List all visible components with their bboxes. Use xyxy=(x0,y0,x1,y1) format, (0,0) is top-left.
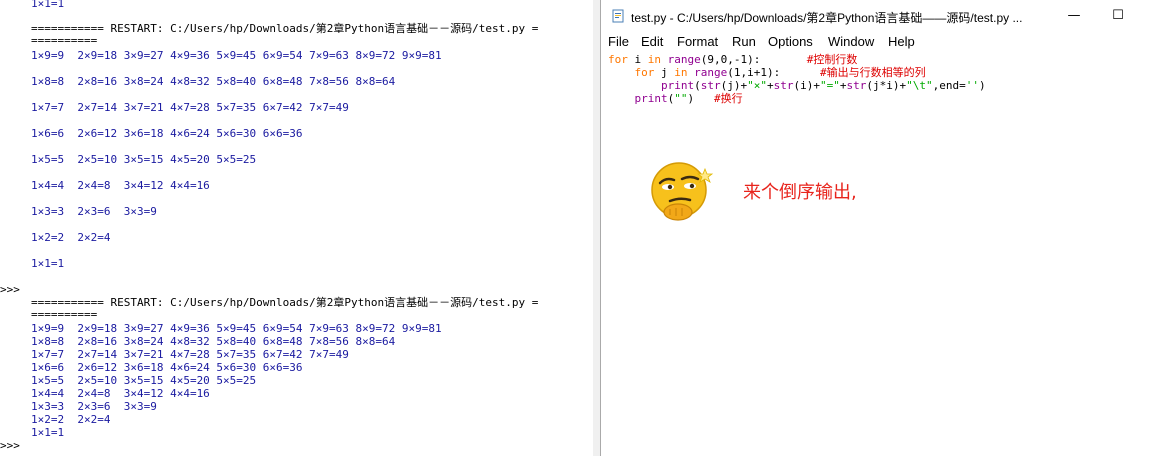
code-text: (1,i+1): xyxy=(727,66,781,79)
menu-help[interactable]: Help xyxy=(888,34,915,49)
builtin: str xyxy=(846,79,867,92)
output-line: 1×7=7 2×7=14 3×7=21 4×7=28 5×7=35 6×7=42… xyxy=(31,101,349,114)
shell-prompt-gutter: >>> >>> xyxy=(0,0,26,456)
output-line: 1×8=8 2×8=16 3×8=24 4×8=32 5×8=40 6×8=48… xyxy=(31,335,396,348)
menu-file[interactable]: File xyxy=(608,34,629,49)
keyword: in xyxy=(674,66,688,79)
code-comment: #控制行数 xyxy=(806,53,858,66)
code-line: print(str(j)+"×"+str(i)+"="+str(j*i)+"\t… xyxy=(608,79,986,92)
string-literal: "=" xyxy=(819,79,840,92)
output-line: 1×9=9 2×9=18 3×9=27 4×9=36 5×9=45 6×9=54… xyxy=(31,49,442,62)
builtin: range xyxy=(694,66,728,79)
python-file-icon xyxy=(612,9,624,23)
code-comment: #输出与行数相等的列 xyxy=(819,66,926,79)
builtin: range xyxy=(667,53,701,66)
restart-banner: =========== RESTART: C:/Users/hp/Downloa… xyxy=(31,22,539,35)
code-line: for j in range(1,i+1): #输出与行数相等的列 xyxy=(608,66,926,79)
output-line: 1×1=1 xyxy=(31,426,65,439)
code-text: ( xyxy=(694,79,701,92)
code-text: ) xyxy=(978,79,986,92)
string-literal: "×" xyxy=(747,79,767,92)
code-line: print("") #换行 xyxy=(608,92,743,105)
smirking-face-emoji-icon xyxy=(651,162,714,221)
string-literal: '' xyxy=(965,79,979,92)
annotation-comment: 来个倒序输出, xyxy=(743,182,857,203)
output-line: 1×1=1 xyxy=(31,257,65,270)
output-line: 1×6=6 2×6=12 3×6=18 4×6=24 5×6=30 6×6=36 xyxy=(31,127,303,140)
restart-banner-continuation: ========== xyxy=(31,34,98,47)
restart-banner-continuation: ========== xyxy=(31,308,98,321)
code-comment: #换行 xyxy=(714,92,743,105)
code-text: (9,0,-1): xyxy=(700,53,761,66)
restart-banner: =========== RESTART: C:/Users/hp/Downloa… xyxy=(31,296,539,309)
builtin: str xyxy=(700,79,721,92)
menu-edit[interactable]: Edit xyxy=(641,34,663,49)
menu-window[interactable]: Window xyxy=(828,34,874,49)
output-line: 1×3=3 2×3=6 3×3=9 xyxy=(31,205,157,218)
code-text: (j)+ xyxy=(720,79,748,92)
output-line: 1×8=8 2×8=16 3×8=24 4×8=32 5×8=40 6×8=48… xyxy=(31,75,396,88)
output-line: 1×4=4 2×4=8 3×4=12 4×4=16 xyxy=(31,387,210,400)
code-text: (i)+ xyxy=(793,79,820,92)
menu-bar: File Edit Format Run Options Window Help xyxy=(601,31,1149,51)
window-title: test.py - C:/Users/hp/Downloads/第2章Pytho… xyxy=(631,11,1023,25)
code-text: j xyxy=(654,66,675,79)
code-line: for i in range(9,0,-1): #控制行数 xyxy=(608,53,857,66)
shell-prompt[interactable]: >>> xyxy=(0,439,20,452)
menu-run[interactable]: Run xyxy=(732,34,756,49)
builtin: print xyxy=(634,92,668,105)
output-line: 1×2=2 2×2=4 xyxy=(31,413,111,426)
string-literal: "" xyxy=(674,92,688,105)
keyword: for xyxy=(634,66,655,79)
code-text: (j*i)+ xyxy=(866,79,907,92)
output-line: 1×4=4 2×4=8 3×4=12 4×4=16 xyxy=(31,179,210,192)
code-text: ,end= xyxy=(932,79,966,92)
output-line: 1×9=9 2×9=18 3×9=27 4×9=36 5×9=45 6×9=54… xyxy=(31,322,442,335)
shell-output[interactable]: 1×1=1 =========== RESTART: C:/Users/hp/D… xyxy=(31,0,599,456)
minimize-button[interactable]: — xyxy=(1052,0,1096,31)
keyword: in xyxy=(647,53,661,66)
string-literal: "\t" xyxy=(906,79,933,92)
keyword: for xyxy=(608,53,628,66)
output-line: 1×5=5 2×5=10 3×5=15 4×5=20 5×5=25 xyxy=(31,374,257,387)
title-bar[interactable]: test.py - C:/Users/hp/Downloads/第2章Pytho… xyxy=(601,0,1149,32)
builtin: print xyxy=(660,79,695,92)
menu-options[interactable]: Options xyxy=(768,34,813,49)
shell-scrollbar[interactable] xyxy=(593,0,600,456)
shell-prompt: >>> xyxy=(0,283,20,296)
builtin: str xyxy=(773,79,794,92)
output-line: 1×3=3 2×3=6 3×3=9 xyxy=(31,400,157,413)
output-line: 1×2=2 2×2=4 xyxy=(31,231,111,244)
python-shell-window[interactable]: >>> >>> 1×1=1 =========== RESTART: C:/Us… xyxy=(0,0,601,456)
menu-format[interactable]: Format xyxy=(677,34,718,49)
output-line: 1×1=1 xyxy=(31,0,65,10)
code-editor[interactable]: for i in range(9,0,-1): #控制行数 for j in r… xyxy=(608,53,1148,170)
output-line: 1×6=6 2×6=12 3×6=18 4×6=24 5×6=30 6×6=36 xyxy=(31,361,303,374)
code-text: + xyxy=(766,79,774,92)
output-line: 1×5=5 2×5=10 3×5=15 4×5=20 5×5=25 xyxy=(31,153,257,166)
output-line: 1×7=7 2×7=14 3×7=21 4×7=28 5×7=35 6×7=42… xyxy=(31,348,349,361)
editor-window[interactable]: test.py - C:/Users/hp/Downloads/第2章Pytho… xyxy=(600,0,1149,456)
code-text: i xyxy=(627,53,648,66)
maximize-button[interactable]: ☐ xyxy=(1096,0,1140,31)
close-button[interactable] xyxy=(1140,0,1149,31)
